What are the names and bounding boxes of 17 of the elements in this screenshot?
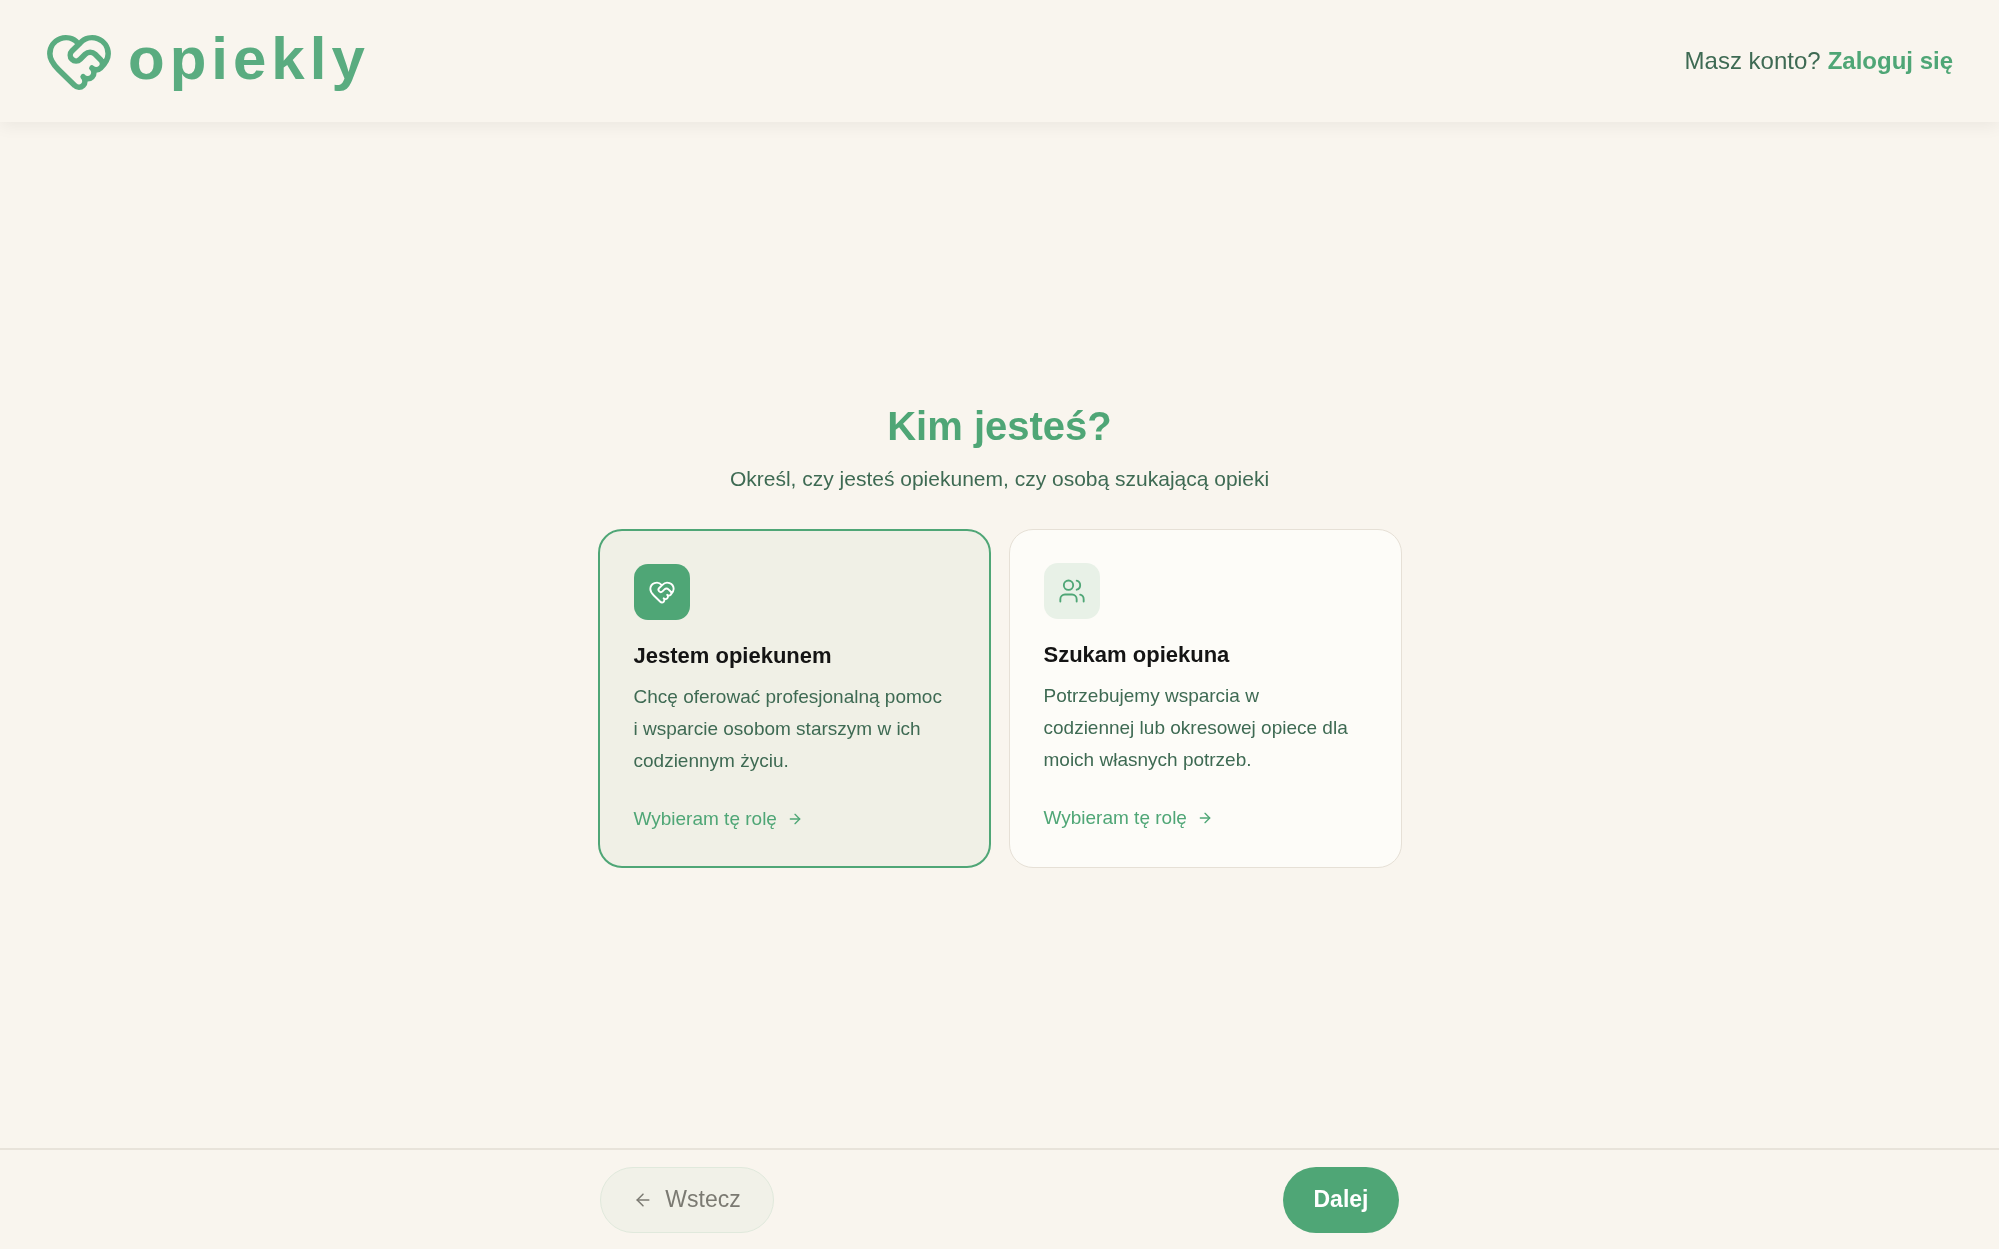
next-button[interactable]: Dalej bbox=[1283, 1166, 1399, 1233]
back-button[interactable]: Wstecz bbox=[600, 1166, 774, 1233]
select-role-link[interactable]: Wybieram tę rolę bbox=[1043, 805, 1213, 831]
role-title: Szukam opiekuna bbox=[1043, 641, 1230, 669]
login-link[interactable]: Zaloguj się bbox=[1827, 43, 1953, 79]
role-description: Chcę oferować profesjonalną pomoc i wsparcie osobom starszym w ich codziennym życiu. bbox=[633, 685, 943, 773]
page-heading: Kim jesteś? bbox=[887, 403, 1112, 450]
page-subheading: Określ, czy jesteś opiekunem, czy osobą szukającą opieki bbox=[729, 466, 1270, 492]
role-card[interactable]: Jestem opiekunem Chcę oferować profesjonalną pomoc i wsparcie osobom starszym w ich codziennym życiu. Wybieram tę rolę bbox=[597, 529, 991, 868]
people-icon bbox=[1043, 563, 1100, 619]
logo-wordmark: opiekly bbox=[128, 24, 370, 94]
select-role-link[interactable]: Wybieram tę rolę bbox=[633, 806, 803, 832]
account-prompt: Masz konto? bbox=[1684, 46, 1821, 76]
role-card[interactable]: Szukam opiekuna Potrzebujemy wsparcia w codziennej lub okresowej opiece dla moich własnych potrzeb. Wybieram tę rolę bbox=[1008, 529, 1402, 868]
role-description: Potrzebujemy wsparcia w codziennej lub okresowej opiece dla moich własnych potrzeb. bbox=[1043, 684, 1349, 772]
role-title: Jestem opiekunem bbox=[633, 642, 832, 670]
heart-handshake-icon bbox=[633, 564, 690, 620]
